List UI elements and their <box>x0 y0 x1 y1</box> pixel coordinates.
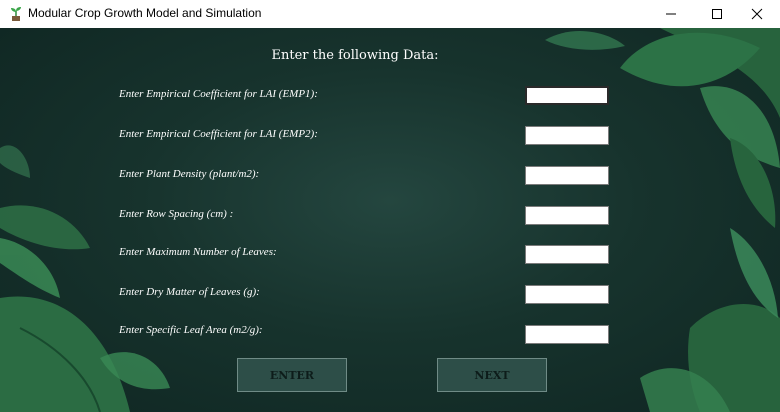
minimize-button[interactable] <box>648 0 694 28</box>
plant-density-input[interactable] <box>525 166 609 185</box>
form-heading: Enter the following Data: <box>271 48 439 63</box>
leaf-decoration-left <box>0 145 90 298</box>
seedling-icon <box>8 6 24 22</box>
next-button[interactable]: NEXT <box>437 358 547 392</box>
label-row-spacing: Enter Row Spacing (cm) : <box>119 208 234 220</box>
specific-leaf-area-input[interactable] <box>525 325 609 344</box>
leaf-decoration-bottom-right <box>640 228 780 412</box>
max-leaves-input[interactable] <box>525 245 609 264</box>
tropical-leaves-background <box>0 28 780 412</box>
close-icon <box>751 8 763 20</box>
form-canvas: Enter the following Data: Enter Empirica… <box>0 28 780 412</box>
emp2-input[interactable] <box>525 126 609 145</box>
label-max-leaves: Enter Maximum Number of Leaves: <box>119 246 277 258</box>
maximize-icon <box>712 9 722 19</box>
emp1-input[interactable] <box>525 86 609 105</box>
label-specific-leaf-area: Enter Specific Leaf Area (m2/g): <box>119 324 263 336</box>
app-window: Modular Crop Growth Model and Simulation <box>0 0 780 412</box>
label-dry-matter: Enter Dry Matter of Leaves (g): <box>119 286 260 298</box>
leaf-decoration-bottom-left <box>0 296 170 412</box>
title-bar[interactable]: Modular Crop Growth Model and Simulation <box>0 0 780 28</box>
label-emp1: Enter Empirical Coefficient for LAI (EMP… <box>119 88 318 100</box>
window-title: Modular Crop Growth Model and Simulation <box>28 6 262 20</box>
dry-matter-input[interactable] <box>525 285 609 304</box>
row-spacing-input[interactable] <box>525 206 609 225</box>
label-plant-density: Enter Plant Density (plant/m2): <box>119 168 260 180</box>
enter-button[interactable]: ENTER <box>237 358 347 392</box>
minimize-icon <box>666 13 676 15</box>
close-button[interactable] <box>734 0 780 28</box>
label-emp2: Enter Empirical Coefficient for LAI (EMP… <box>119 128 318 140</box>
